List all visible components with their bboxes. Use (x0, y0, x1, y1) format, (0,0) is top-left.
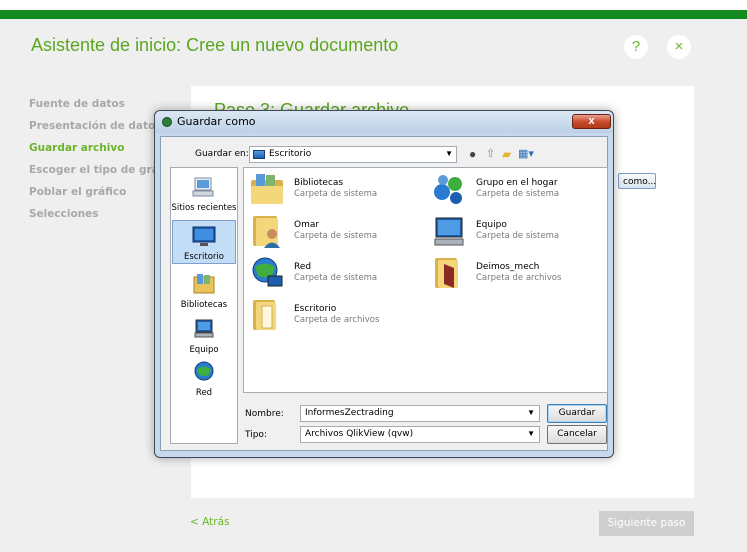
chevron-down-icon: ▼ (445, 149, 453, 158)
list-item[interactable]: Bibliotecas Carpeta de sistema (250, 172, 420, 208)
file-type-select[interactable]: Archivos QlikView (qvw) ▼ (300, 426, 540, 443)
libraries-folder-icon (251, 174, 283, 204)
file-type-label: Tipo: (245, 430, 267, 440)
back-icon[interactable]: ● (469, 148, 476, 161)
save-button[interactable]: Guardar (547, 404, 607, 423)
network-icon (194, 361, 214, 381)
list-item[interactable]: Grupo en el hogar Carpeta de sistema (432, 172, 602, 208)
top-accent-bar (0, 10, 747, 19)
place-recent[interactable]: Sitios recientes (171, 176, 237, 213)
place-desktop[interactable]: Escritorio (172, 220, 236, 264)
dialog-title: Guardar como (177, 115, 256, 128)
file-name-input[interactable]: InformesZectrading ▼ (300, 405, 540, 422)
item-name: Grupo en el hogar (476, 178, 558, 188)
folder-icon (435, 258, 458, 288)
next-step-button[interactable]: Siguiente paso (599, 511, 694, 536)
place-computer-label: Equipo (189, 345, 219, 355)
close-wizard-button[interactable]: × (667, 35, 691, 59)
item-type: Carpeta de sistema (294, 273, 378, 283)
item-name: Deimos_mech (476, 262, 540, 272)
file-type-value: Archivos QlikView (qvw) (305, 429, 414, 439)
libraries-icon (193, 274, 215, 294)
save-in-value: Escritorio (269, 149, 312, 159)
list-item[interactable]: Red Carpeta de sistema (250, 256, 420, 292)
dialog-titlebar[interactable]: Guardar como x (155, 111, 613, 133)
save-as-browse-button[interactable]: como... (618, 173, 656, 189)
up-folder-icon[interactable]: ⇧ (486, 148, 495, 161)
list-item[interactable]: Omar Carpeta de sistema (250, 214, 420, 250)
item-name: Omar (294, 220, 320, 230)
item-name: Red (294, 262, 312, 272)
computer-icon (194, 319, 214, 338)
item-type: Carpeta de sistema (294, 189, 378, 199)
desktop-icon (192, 226, 216, 246)
top-bar (0, 0, 747, 19)
save-as-dialog: Guardar como x Guardar en: Escritorio ▼ … (154, 110, 614, 458)
item-type: Carpeta de archivos (294, 315, 380, 325)
item-type: Carpeta de sistema (294, 231, 378, 241)
place-libraries[interactable]: Bibliotecas (171, 273, 237, 310)
item-name: Equipo (476, 220, 507, 230)
save-in-dropdown[interactable]: Escritorio ▼ (249, 146, 457, 163)
place-network[interactable]: Red (171, 361, 237, 398)
item-type: Carpeta de archivos (476, 273, 562, 283)
help-button[interactable]: ? (624, 35, 648, 59)
cancel-button[interactable]: Cancelar (547, 425, 607, 444)
user-folder-icon (253, 216, 280, 248)
back-link[interactable]: < Atrás (190, 516, 229, 528)
file-list[interactable]: Bibliotecas Carpeta de sistema Grupo en … (243, 167, 608, 393)
list-item[interactable]: Escritorio Carpeta de archivos (250, 298, 420, 334)
new-folder-icon[interactable]: ▰ (502, 148, 511, 161)
item-name: Escritorio (294, 304, 337, 314)
folder-icon (253, 300, 276, 330)
file-name-label: Nombre: (245, 409, 284, 419)
dialog-body: Guardar en: Escritorio ▼ ● ⇧ ▰ ▦▾ Sitios… (160, 136, 608, 451)
item-type: Carpeta de sistema (476, 189, 560, 199)
desktop-icon (253, 150, 265, 159)
computer-icon (434, 217, 464, 246)
chevron-down-icon[interactable]: ▼ (527, 408, 535, 417)
network-icon (252, 257, 283, 287)
places-bar: Sitios recientes Escritorio Bibliotecas (170, 167, 238, 444)
homegroup-icon (434, 175, 462, 204)
list-item[interactable]: Equipo Carpeta de sistema (432, 214, 602, 250)
place-network-label: Red (195, 388, 213, 398)
place-recent-label: Sitios recientes (171, 203, 237, 213)
place-libraries-label: Bibliotecas (180, 300, 228, 310)
file-name-value: InformesZectrading (305, 408, 394, 418)
qlikview-icon (162, 117, 172, 127)
save-in-label: Guardar en: (195, 149, 249, 159)
place-desktop-label: Escritorio (184, 252, 224, 262)
item-name: Bibliotecas (294, 178, 344, 188)
view-menu-icon[interactable]: ▦▾ (518, 148, 534, 161)
recent-places-icon (192, 177, 214, 197)
item-type: Carpeta de sistema (476, 231, 560, 241)
list-item[interactable]: Deimos_mech Carpeta de archivos (432, 256, 602, 292)
place-computer[interactable]: Equipo (171, 318, 237, 355)
dialog-close-button[interactable]: x (572, 114, 611, 129)
wizard-title: Asistente de inicio: Cree un nuevo docum… (31, 35, 399, 55)
chevron-down-icon: ▼ (527, 429, 535, 438)
